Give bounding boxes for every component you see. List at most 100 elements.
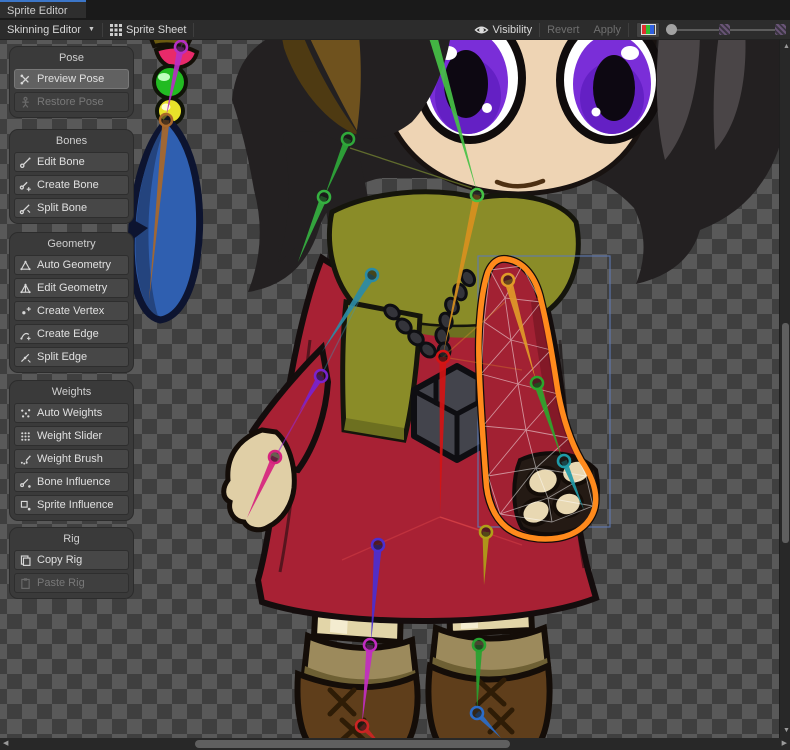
bone-influence-button[interactable]: Bone Influence xyxy=(14,472,129,492)
panel-title-geometry: Geometry xyxy=(14,237,129,252)
toolbar-separator xyxy=(628,23,629,37)
alpha-slider[interactable] xyxy=(666,24,786,35)
create-edge-icon xyxy=(19,328,32,341)
panel-pose: Pose Preview Pose Restore Pose xyxy=(10,47,133,117)
joint-right-arm-lower[interactable] xyxy=(531,377,543,389)
horizontal-scrollbar[interactable]: ◀ ▶ xyxy=(0,738,790,750)
joint-left-leg-lower[interactable] xyxy=(364,639,376,651)
joint-extra-0[interactable] xyxy=(471,189,483,201)
auto-weights-icon xyxy=(19,407,32,420)
texture-chip-icon xyxy=(775,24,786,35)
auto-weights-button[interactable]: Auto Weights xyxy=(14,403,129,423)
panel-weights: Weights Auto Weights Weight Slider Weight B… xyxy=(10,381,133,520)
visibility-toggle[interactable]: Visibility xyxy=(474,24,533,36)
create-edge-button[interactable]: Create Edge xyxy=(14,324,129,344)
joint-left-shoulder[interactable] xyxy=(366,269,378,281)
sprite-influence-icon xyxy=(19,499,32,512)
sprite-sheet-icon xyxy=(110,24,122,36)
split-bone-button[interactable]: Split Bone xyxy=(14,198,129,218)
button-label: Edit Bone xyxy=(37,156,85,168)
panel-title-bones: Bones xyxy=(14,134,129,149)
create-bone-icon xyxy=(19,179,32,192)
vertical-scrollbar[interactable]: ▲ ▼ xyxy=(779,40,790,738)
button-label: Create Vertex xyxy=(37,305,104,317)
joint-left-foot[interactable] xyxy=(356,720,368,732)
scroll-right-arrow-icon[interactable]: ▶ xyxy=(782,739,787,749)
revert-button[interactable]: Revert xyxy=(547,24,579,36)
panel-title-rig: Rig xyxy=(14,532,129,547)
scroll-up-arrow-icon[interactable]: ▲ xyxy=(783,42,790,52)
joint-hips[interactable] xyxy=(480,526,492,538)
panel-bones: Bones Edit Bone Create Bone Split Bone xyxy=(10,130,133,223)
create-vertex-icon xyxy=(19,305,32,318)
joint-hair-accessory-feather[interactable] xyxy=(160,114,172,126)
panel-title-pose: Pose xyxy=(14,51,129,66)
create-bone-button[interactable]: Create Bone xyxy=(14,175,129,195)
joint-right-hand[interactable] xyxy=(558,455,570,467)
apply-button[interactable]: Apply xyxy=(593,24,621,36)
edit-bone-button[interactable]: Edit Bone xyxy=(14,152,129,172)
weight-slider-icon xyxy=(19,430,32,443)
edit-geometry-button[interactable]: Edit Geometry xyxy=(14,278,129,298)
split-edge-icon xyxy=(19,351,32,364)
scroll-left-arrow-icon[interactable]: ◀ xyxy=(3,739,8,749)
weight-brush-button[interactable]: Weight Brush xyxy=(14,449,129,469)
panel-geometry: Geometry Auto Geometry Edit Geometry Create… xyxy=(10,233,133,372)
hair-accessory xyxy=(130,40,200,320)
tab-sprite-editor[interactable]: Sprite Editor xyxy=(0,0,86,18)
joint-left-leg-upper[interactable] xyxy=(372,539,384,551)
copy-rig-icon xyxy=(19,554,32,567)
preview-pose-button[interactable]: Preview Pose xyxy=(14,69,129,89)
button-label: Sprite Influence xyxy=(37,499,113,511)
vertical-scrollbar-thumb[interactable] xyxy=(782,323,789,543)
sprite-influence-button[interactable]: Sprite Influence xyxy=(14,495,129,515)
joint-right-foot[interactable] xyxy=(471,707,483,719)
joint-spine[interactable] xyxy=(437,351,449,363)
button-label: Split Edge xyxy=(37,351,87,363)
rgb-channels-button[interactable] xyxy=(636,22,660,38)
joint-hair-left-b[interactable] xyxy=(318,191,330,203)
sprite-editor-window: Sprite Editor Skinning Editor ▼ Sprite S… xyxy=(0,0,790,750)
eye-icon xyxy=(474,24,489,36)
paste-rig-button[interactable]: Paste Rig xyxy=(14,573,129,593)
right-eye xyxy=(560,40,660,140)
chevron-down-icon: ▼ xyxy=(88,26,95,33)
scroll-down-arrow-icon[interactable]: ▼ xyxy=(783,726,790,736)
joint-hair-accessory-upper[interactable] xyxy=(175,41,187,53)
panel-rig: Rig Copy Rig Paste Rig xyxy=(10,528,133,598)
button-label: Edit Geometry xyxy=(37,282,107,294)
skinning-editor-dropdown[interactable]: Skinning Editor ▼ xyxy=(7,24,95,36)
paste-rig-icon xyxy=(19,577,32,590)
joint-hair-left-a[interactable] xyxy=(342,133,354,145)
bone-influence-icon xyxy=(19,476,32,489)
button-label: Preview Pose xyxy=(37,73,104,85)
sprite-sheet-button[interactable]: Sprite Sheet xyxy=(110,24,187,36)
button-label: Restore Pose xyxy=(37,96,104,108)
weight-brush-icon xyxy=(19,453,32,466)
create-vertex-button[interactable]: Create Vertex xyxy=(14,301,129,321)
auto-geometry-icon xyxy=(19,259,32,272)
horizontal-scrollbar-thumb[interactable] xyxy=(195,740,510,748)
button-label: Create Edge xyxy=(37,328,99,340)
slider-track xyxy=(730,29,775,31)
split-edge-button[interactable]: Split Edge xyxy=(14,347,129,367)
joint-left-arm[interactable] xyxy=(315,370,327,382)
rgb-channels-icon xyxy=(641,24,656,35)
weight-slider-button[interactable]: Weight Slider xyxy=(14,426,129,446)
restore-pose-icon xyxy=(19,96,32,109)
toolbar-separator xyxy=(193,23,194,37)
button-label: Bone Influence xyxy=(37,476,110,488)
panel-title-weights: Weights xyxy=(14,385,129,400)
tab-bar: Sprite Editor xyxy=(0,0,790,20)
restore-pose-button[interactable]: Restore Pose xyxy=(14,92,129,112)
copy-rig-button[interactable]: Copy Rig xyxy=(14,550,129,570)
button-label: Auto Geometry xyxy=(37,259,111,271)
edit-geometry-icon xyxy=(19,282,32,295)
button-label: Split Bone xyxy=(37,202,87,214)
joint-left-hand[interactable] xyxy=(269,451,281,463)
slider-knob[interactable] xyxy=(666,24,677,35)
joint-right-arm-upper[interactable] xyxy=(502,274,514,286)
joint-right-leg-lower[interactable] xyxy=(473,639,485,651)
auto-geometry-button[interactable]: Auto Geometry xyxy=(14,255,129,275)
preview-pose-icon xyxy=(19,73,32,86)
